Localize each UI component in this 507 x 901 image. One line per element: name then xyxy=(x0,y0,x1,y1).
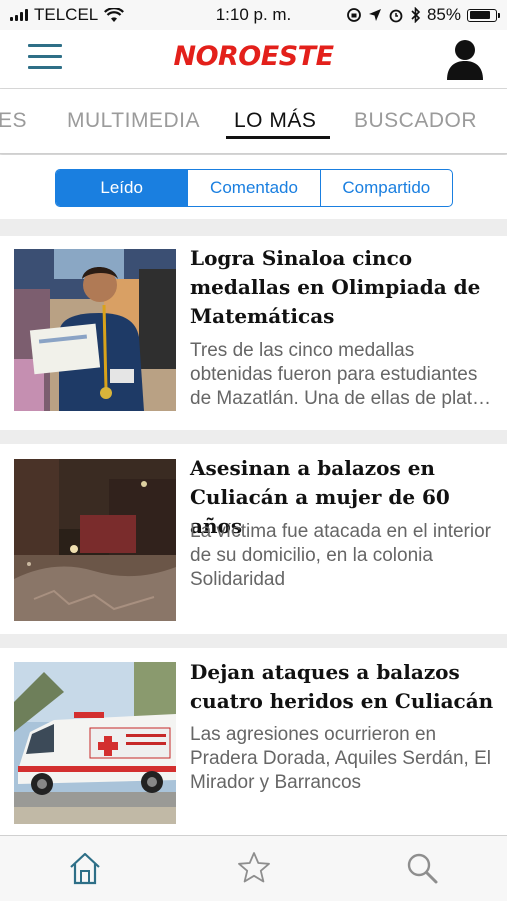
article-summary: Tres de las cinco medallas obtenidas fue… xyxy=(190,340,492,409)
segment-leido[interactable]: Leído xyxy=(56,170,188,206)
segment-compartido[interactable]: Compartido xyxy=(319,170,452,206)
app-logo[interactable]: NOROESTE xyxy=(0,41,507,72)
bottom-tab-bar xyxy=(0,835,507,901)
battery-icon xyxy=(467,8,500,22)
article-card[interactable]: Asesinan a balazos en Culiacán a mujer d… xyxy=(0,444,507,634)
article-summary: La víctima fue atacada en el interior de… xyxy=(190,521,492,590)
article-thumbnail[interactable] xyxy=(14,662,176,824)
segment-comentado[interactable]: Comentado xyxy=(187,170,319,206)
article-thumbnail[interactable] xyxy=(14,249,176,411)
star-icon[interactable] xyxy=(236,850,272,886)
rotation-lock-icon xyxy=(347,8,361,22)
active-tab-indicator xyxy=(226,136,330,139)
article-summary: Las agresiones ocurrieron en Pradera Dor… xyxy=(190,724,492,793)
app-header: NOROESTE xyxy=(0,30,507,89)
article-card[interactable]: Logra Sinaloa cinco medallas en Olimpiad… xyxy=(0,236,507,430)
battery-percent: 85% xyxy=(426,5,461,24)
home-icon[interactable] xyxy=(67,850,103,886)
ambulance-image xyxy=(14,662,176,824)
filter-bar: Leído Comentado Compartido xyxy=(0,155,507,219)
night-scene-image xyxy=(14,459,176,621)
section-tabs: ES MULTIMEDIA LO MÁS BUSCADOR xyxy=(0,89,507,154)
article-card[interactable]: Dejan ataques a balazos cuatro heridos e… xyxy=(0,648,507,835)
tab-multimedia[interactable]: MULTIMEDIA xyxy=(67,109,200,133)
article-title[interactable]: Dejan ataques a balazos cuatro heridos e… xyxy=(190,658,495,716)
boy-with-medal-image xyxy=(14,249,176,411)
search-icon[interactable] xyxy=(404,850,440,886)
tab-previous[interactable]: ES xyxy=(0,109,27,133)
location-icon xyxy=(368,9,381,21)
user-profile-icon[interactable] xyxy=(445,38,485,80)
alarm-icon xyxy=(389,9,403,23)
article-title[interactable]: Logra Sinaloa cinco medallas en Olimpiad… xyxy=(190,244,495,331)
status-bar: TELCEL 1:10 p. m. 85% xyxy=(0,0,507,30)
article-thumbnail[interactable] xyxy=(14,459,176,621)
bluetooth-icon xyxy=(411,7,421,23)
tab-buscador[interactable]: BUSCADOR xyxy=(354,109,477,133)
segmented-control: Leído Comentado Compartido xyxy=(55,169,453,207)
tab-lo-mas[interactable]: LO MÁS xyxy=(234,109,316,133)
